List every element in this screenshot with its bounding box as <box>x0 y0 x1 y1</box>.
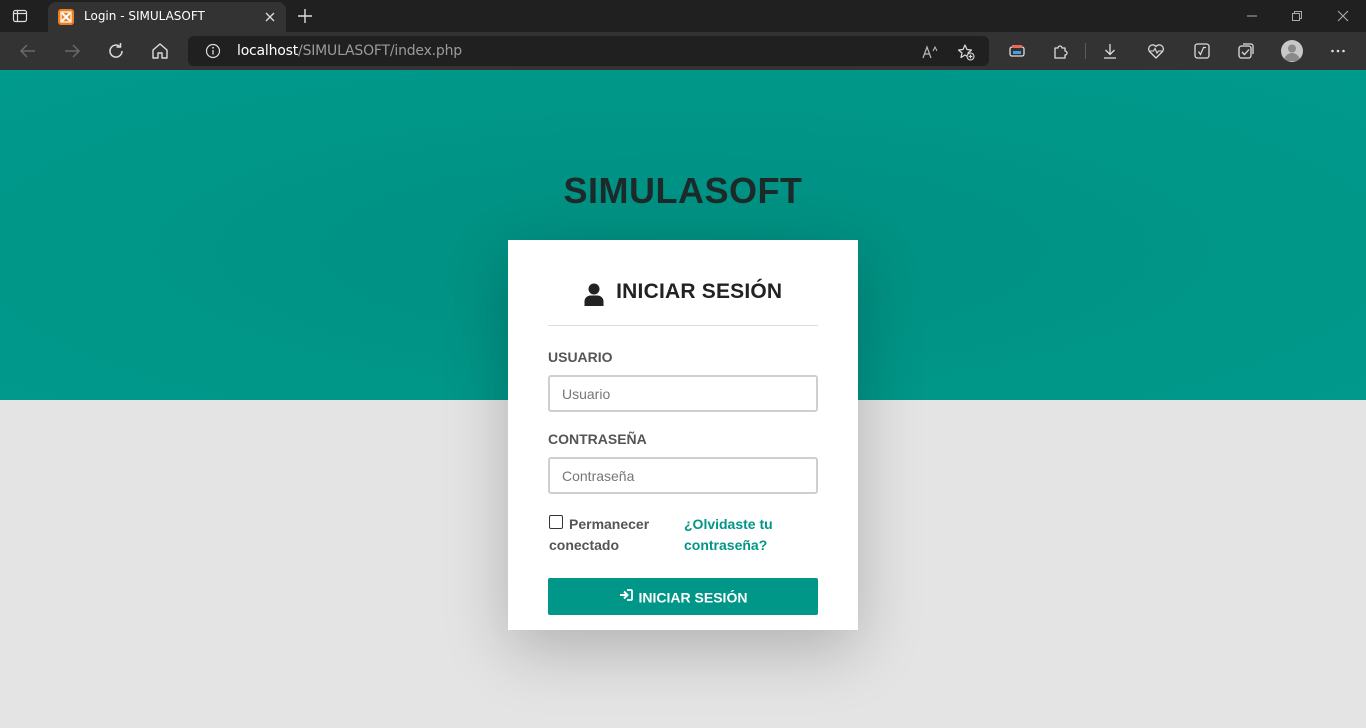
login-card: INICIAR SESIÓN USUARIO CONTRASEÑA Perman… <box>508 240 858 630</box>
remember-me-label: Permanecer conectado <box>549 516 650 553</box>
collections-icon[interactable] <box>1237 42 1255 60</box>
back-icon[interactable] <box>18 41 38 61</box>
restore-icon[interactable] <box>1289 8 1305 24</box>
refresh-icon[interactable] <box>106 41 126 61</box>
home-icon[interactable] <box>150 41 170 61</box>
more-icon[interactable] <box>1329 42 1347 60</box>
forward-icon[interactable] <box>62 41 82 61</box>
login-submit-button[interactable]: INICIAR SESIÓN <box>548 578 818 615</box>
username-input[interactable] <box>548 375 818 412</box>
profile-icon[interactable] <box>1281 40 1303 62</box>
sign-in-icon <box>619 588 633 604</box>
url-text: localhost/SIMULASOFT/index.php <box>237 43 462 59</box>
login-submit-label: INICIAR SESIÓN <box>638 589 748 606</box>
username-label: USUARIO <box>548 349 613 365</box>
password-input[interactable] <box>548 457 818 494</box>
forgot-password-link[interactable]: ¿Olvidaste tu contraseña? <box>684 514 804 556</box>
extensions-icon[interactable] <box>1052 42 1070 60</box>
browser-tab-bar: Login - SIMULASOFT <box>0 0 1366 32</box>
address-bar[interactable]: localhost/SIMULASOFT/index.php <box>188 36 989 66</box>
browser-essentials-icon[interactable] <box>1008 42 1026 60</box>
add-favorite-icon[interactable] <box>957 43 975 61</box>
page-brand-title: SIMULASOFT <box>563 170 803 211</box>
login-card-header: INICIAR SESIÓN <box>548 280 818 326</box>
health-icon[interactable] <box>1147 42 1165 60</box>
minimize-icon[interactable] <box>1244 8 1260 24</box>
close-icon[interactable] <box>262 9 278 25</box>
read-aloud-icon[interactable] <box>921 43 939 61</box>
login-heading: INICIAR SESIÓN <box>616 280 783 303</box>
url-host: localhost <box>237 43 299 59</box>
info-icon[interactable] <box>205 43 221 59</box>
math-solver-icon[interactable] <box>1193 42 1211 60</box>
password-label: CONTRASEÑA <box>548 431 647 447</box>
browser-toolbar: localhost/SIMULASOFT/index.php <box>0 32 1366 70</box>
browser-tab[interactable]: Login - SIMULASOFT <box>48 2 286 32</box>
user-icon <box>584 283 604 312</box>
toolbar-separator <box>1085 43 1086 59</box>
close-window-icon[interactable] <box>1335 8 1351 24</box>
plus-icon[interactable] <box>296 7 314 25</box>
xampp-favicon-icon <box>58 9 74 25</box>
download-icon[interactable] <box>1101 42 1119 60</box>
url-path: /SIMULASOFT/index.php <box>298 43 462 59</box>
tab-title: Login - SIMULASOFT <box>84 9 205 23</box>
tab-actions-icon[interactable] <box>12 8 28 24</box>
